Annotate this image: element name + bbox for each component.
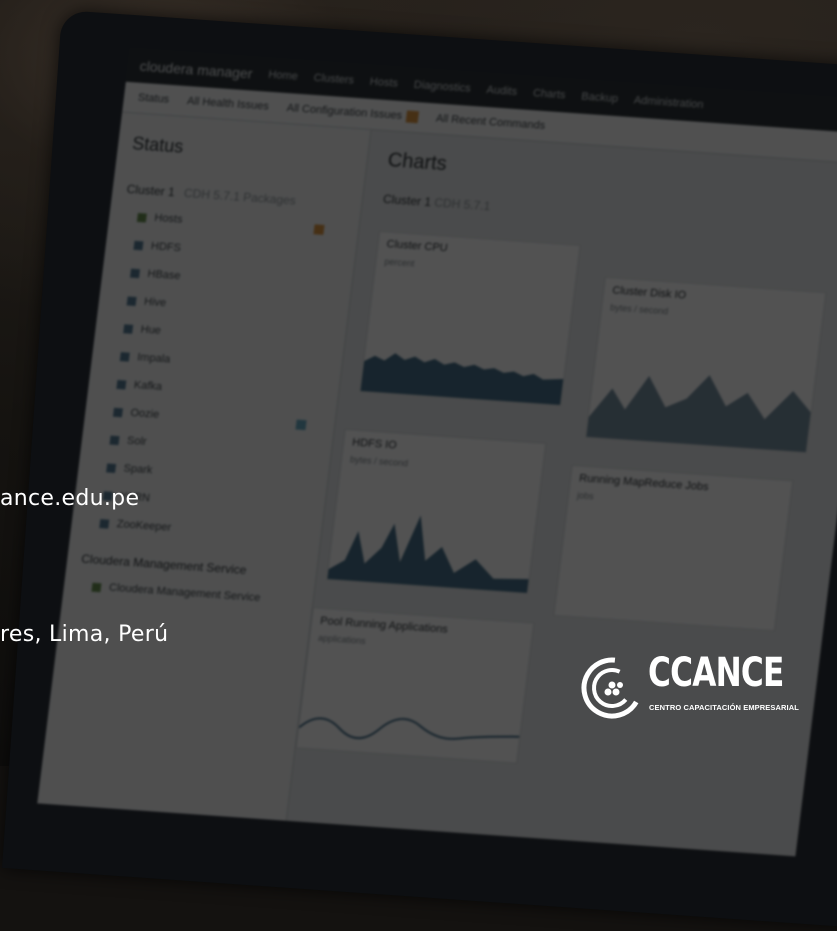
chart-card-mapreduce-jobs[interactable]: Running MapReduce Jobs jobs [553,464,794,632]
health-icon [119,351,130,362]
service-row-hosts[interactable]: Hosts [136,211,345,237]
health-icon [91,582,102,592]
health-icon [130,268,141,278]
nav-item-hosts[interactable]: Hosts [369,76,399,90]
charts-pane: Charts Cluster 1 CDH 5.7.1 Cluster CPU p… [286,130,837,856]
service-label: HBase [146,267,182,283]
health-icon [116,379,127,390]
service-row-kafka[interactable]: Kafka [116,378,324,404]
chart-card-unit: bytes / second [609,302,669,317]
chart-card-unit: applications [317,632,367,646]
health-icon [99,518,110,529]
ccance-logo: CCANCE CENTRO CAPACITACIÓN EMPRESARIAL [578,650,799,724]
cluster-row[interactable]: Cluster 1 CDH 5.7.1 Packages [126,182,348,211]
brand-logo: cloudera manager [138,57,254,82]
service-row-hbase[interactable]: HBase [130,267,338,293]
logo-tagline: CENTRO CAPACITACIÓN EMPRESARIAL [649,703,799,712]
chart-card-cluster-cpu[interactable]: Cluster CPU percent [359,230,581,406]
service-label: Solr [126,434,148,449]
hdfs-io-sparkline [327,515,529,594]
charts-cluster-meta: CDH 5.7.1 [433,195,492,214]
website-text: ance.edu.pe [0,486,140,511]
chart-card-hdfs-io[interactable]: HDFS IO bytes / second [326,428,547,595]
nav-item-backup[interactable]: Backup [581,91,619,105]
tab-health-issues[interactable]: All Health Issues [186,95,269,113]
nav-item-administration[interactable]: Administration [633,94,704,111]
info-icon [295,419,307,431]
nav-item-diagnostics[interactable]: Diagnostics [413,79,471,95]
charts-cluster-name: Cluster 1 [382,192,432,210]
chart-card-unit: jobs [576,490,595,502]
chart-card-unit: bytes / second [349,454,409,469]
service-row-solr[interactable]: Solr [109,434,317,460]
service-label: Oozie [129,406,160,421]
chart-card-title: Pool Running Applications [319,614,449,636]
disk-io-sparkline [586,375,811,453]
health-icon [126,295,137,306]
health-icon [112,407,124,417]
health-icon [109,435,120,445]
chart-card-disk-io[interactable]: Cluster Disk IO bytes / second [585,276,827,454]
service-label: ZooKeeper [116,518,172,535]
chart-card-title: HDFS IO [351,436,398,452]
cluster-name: Cluster 1 [125,182,176,200]
chart-card-title: Running MapReduce Jobs [578,472,710,494]
ccance-emblem-icon [581,657,643,719]
service-row-spark[interactable]: Spark [106,461,314,487]
service-row-hive[interactable]: Hive [126,294,334,320]
nav-item-audits[interactable]: Audits [486,84,518,98]
nav-item-clusters[interactable]: Clusters [313,72,355,87]
main-area: Status Cluster 1 CDH 5.7.1 Packages Host… [37,112,837,857]
service-label: Hosts [153,212,184,227]
logo-wordmark: CCANCE [648,650,784,696]
nav-item-charts[interactable]: Charts [532,87,566,101]
health-icon [123,323,134,334]
service-row-zookeeper[interactable]: ZooKeeper [99,517,307,543]
service-row-impala[interactable]: Impala [119,350,328,376]
service-row-oozie[interactable]: Oozie [112,406,321,432]
service-label: Spark [122,462,154,477]
cluster-meta: CDH 5.7.1 Packages [183,186,297,208]
service-label: Hue [139,323,162,337]
management-child-row[interactable]: Cloudera Management Service [91,581,299,607]
service-row-hdfs[interactable]: HDFS [133,239,341,265]
service-row-hue[interactable]: Hue [123,322,331,348]
management-service-row[interactable]: Cloudera Management Service [81,552,303,581]
tab-status[interactable]: Status [137,92,170,106]
management-label: Cloudera Management Service [80,551,248,578]
chart-card-title: Cluster CPU [385,238,449,255]
health-icon [106,462,117,473]
config-issues-label: All Configuration Issues [286,102,403,123]
service-label: Hive [143,295,167,310]
service-label: HDFS [150,239,182,254]
warning-badge [405,110,419,124]
nav-item-home[interactable]: Home [268,69,299,83]
chart-card-pool-apps[interactable]: Pool Running Applications applications [295,607,535,764]
health-icon [133,240,144,250]
warning-icon [313,224,325,235]
laptop-screen: cloudera manager Home Clusters Hosts Dia… [37,48,837,857]
service-label: Kafka [133,379,163,394]
status-title: Status [131,133,185,157]
service-label: Cloudera Management Service [108,581,261,605]
tab-recent-commands[interactable]: All Recent Commands [435,113,546,133]
tab-config-issues[interactable]: All Configuration Issues [286,102,419,124]
chart-card-unit: percent [383,256,416,269]
pool-apps-sparkline [298,717,520,740]
charts-cluster-heading: Cluster 1 CDH 5.7.1 [382,192,837,239]
chart-card-title: Cluster Disk IO [611,284,687,302]
address-text: res, Lima, Perú [0,622,169,647]
service-label: Impala [136,351,171,366]
health-icon [136,212,147,223]
cpu-sparkline [360,353,564,405]
